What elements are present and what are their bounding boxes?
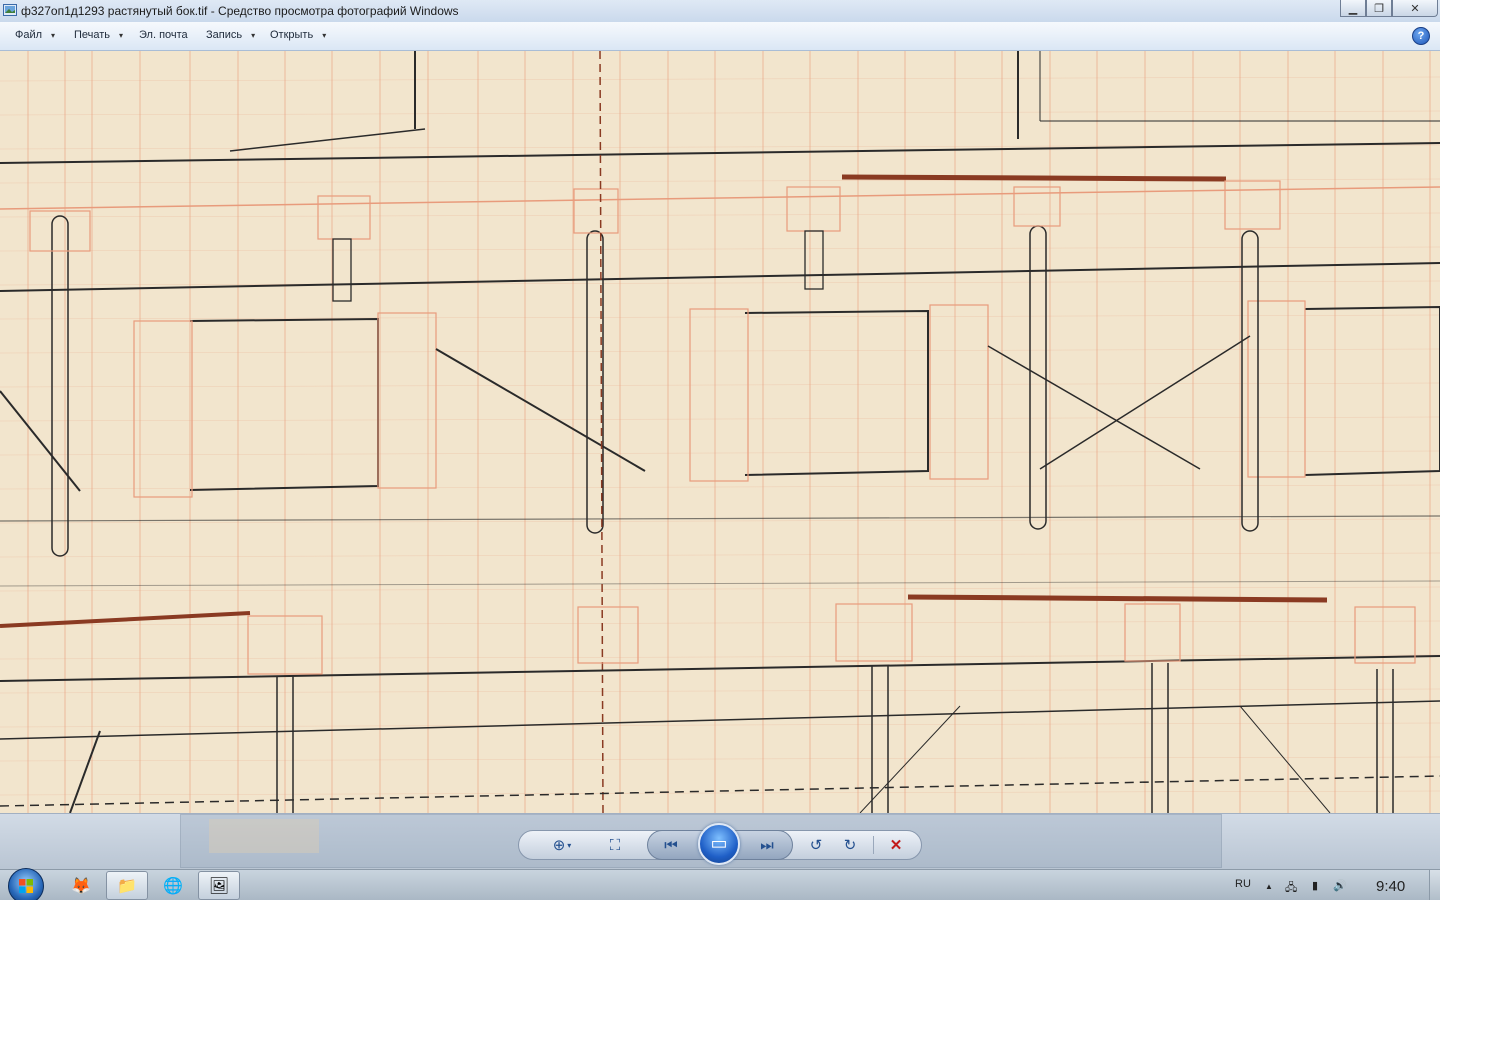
chevron-down-icon: ▾ xyxy=(251,31,256,40)
taskbar: 🦊 📁 🌐 🖼 RU ▲ 🖧 ▮ 🔊 9:40 xyxy=(0,868,1440,900)
language-indicator[interactable]: RU xyxy=(1235,878,1251,890)
zoom-icon: ⊕ xyxy=(552,837,566,854)
taskbar-network-app[interactable]: 🌐 xyxy=(152,871,194,900)
menu-email[interactable]: Эл. почта xyxy=(139,29,188,41)
menu-burn[interactable]: Запись ▾ xyxy=(206,29,255,41)
menu-burn-label: Запись xyxy=(206,29,243,41)
menu-open-label: Открыть xyxy=(270,29,314,41)
menu-email-label: Эл. почта xyxy=(139,29,188,41)
show-desktop-button[interactable] xyxy=(1429,870,1440,900)
menu-bar: Файл ▾ Печать ▾ Эл. почта Запись ▾ Открыть ▾… xyxy=(0,22,1440,51)
previous-button[interactable]: ⏮ xyxy=(660,836,682,854)
minimize-icon: ▁ xyxy=(1348,2,1358,15)
start-button[interactable] xyxy=(8,868,44,900)
next-icon: ⏭ xyxy=(760,836,774,854)
delete-button[interactable]: ✕ xyxy=(886,836,906,854)
window-title: ф327оп1д1293 растянутый бок.tif - Средст… xyxy=(21,4,459,18)
thumbnail xyxy=(209,819,319,853)
delete-icon: ✕ xyxy=(889,837,903,854)
viewer-controls: ⊕ ▾ ⛶ ⏮ ▭ ⏭ ↺ ↻ ✕ xyxy=(0,813,1440,870)
minimize-button[interactable]: ▁ xyxy=(1340,0,1366,17)
rotate-ccw-button[interactable]: ↺ xyxy=(806,836,826,854)
taskbar-explorer[interactable]: 📁 xyxy=(106,871,148,900)
previous-icon: ⏮ xyxy=(664,836,678,854)
actual-size-button[interactable]: ⛶ xyxy=(605,836,625,854)
separator xyxy=(873,836,874,854)
volume-icon[interactable]: 🔊 xyxy=(1333,879,1347,892)
menu-open[interactable]: Открыть ▾ xyxy=(270,29,326,41)
chevron-down-icon: ▾ xyxy=(51,31,56,40)
rotate-cw-icon: ↻ xyxy=(843,837,857,854)
menu-file-label: Файл xyxy=(15,29,43,41)
menu-print-label: Печать xyxy=(74,29,111,41)
menu-print[interactable]: Печать ▾ xyxy=(74,29,123,41)
slideshow-button[interactable]: ▭ xyxy=(698,823,740,865)
rotate-ccw-icon: ↺ xyxy=(809,837,823,854)
tray-expand-icon[interactable]: ▲ xyxy=(1265,882,1273,891)
next-button[interactable]: ⏭ xyxy=(756,836,778,854)
title-bar: ф327оп1д1293 растянутый бок.tif - Средст… xyxy=(0,0,1440,23)
photo-viewer-window: ф327оп1д1293 растянутый бок.tif - Средст… xyxy=(0,0,1440,900)
chevron-down-icon: ▾ xyxy=(322,31,327,40)
help-button[interactable]: ? xyxy=(1412,27,1430,45)
image-viewport[interactable] xyxy=(0,51,1440,813)
zoom-button[interactable]: ⊕ ▾ xyxy=(545,836,579,854)
firefox-icon: 🦊 xyxy=(71,877,91,895)
ship-drawing-image xyxy=(0,51,1440,813)
app-icon xyxy=(3,4,17,16)
windows-logo-icon xyxy=(19,879,33,893)
signal-icon[interactable]: ▮ xyxy=(1312,879,1318,892)
taskbar-firefox[interactable]: 🦊 xyxy=(60,871,102,900)
help-icon: ? xyxy=(1417,30,1425,42)
fit-to-window-icon: ⛶ xyxy=(609,836,621,854)
network-icon[interactable]: 🖧 xyxy=(1285,879,1297,898)
network-app-icon: 🌐 xyxy=(163,877,183,895)
maximize-button[interactable]: ❐ xyxy=(1366,0,1392,17)
chevron-down-icon: ▾ xyxy=(119,31,124,40)
clock[interactable]: 9:40 xyxy=(1376,878,1405,895)
close-icon: ✕ xyxy=(1410,2,1420,15)
slideshow-icon: ▭ xyxy=(710,833,728,853)
taskbar-photo-viewer[interactable]: 🖼 xyxy=(198,871,240,900)
restore-icon: ❐ xyxy=(1374,2,1384,15)
menu-file[interactable]: Файл ▾ xyxy=(15,29,55,41)
explorer-icon: 📁 xyxy=(117,877,137,895)
close-button[interactable]: ✕ xyxy=(1392,0,1438,17)
photo-viewer-icon: 🖼 xyxy=(208,877,230,895)
rotate-cw-button[interactable]: ↻ xyxy=(840,836,860,854)
